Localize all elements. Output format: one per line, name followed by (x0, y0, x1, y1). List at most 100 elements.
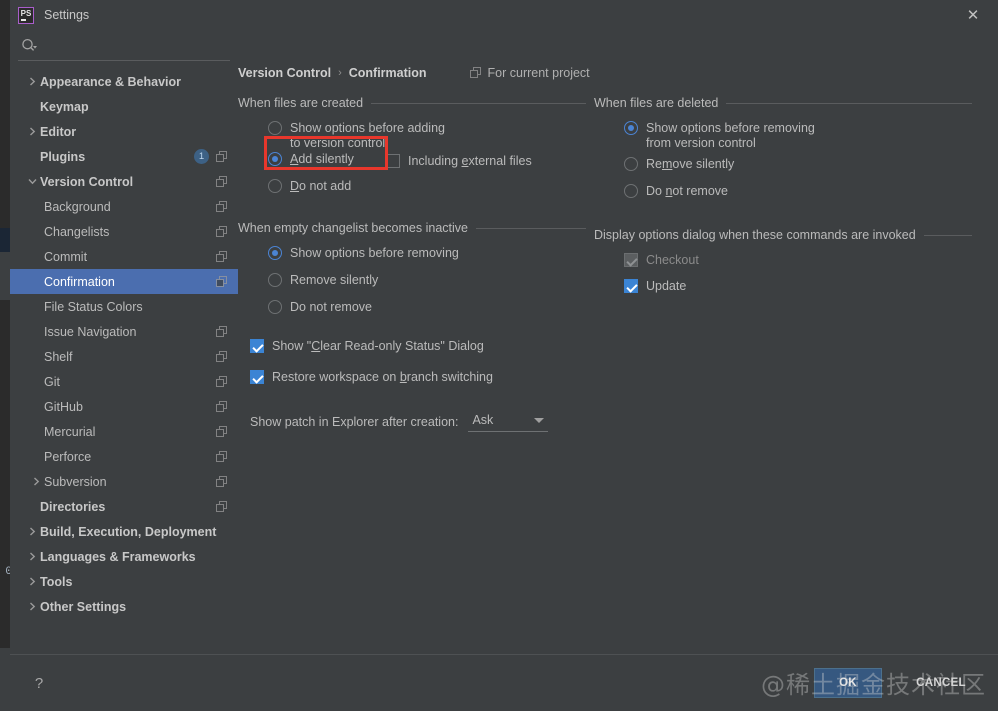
radio-changelist-remove-silently[interactable]: Remove silently (238, 272, 586, 299)
settings-sidebar: Appearance & Behavior Keymap Editor Plugins… (10, 30, 238, 654)
checkbox-update[interactable]: Update (594, 278, 972, 304)
sidebar-item-editor[interactable]: Editor (10, 119, 238, 144)
radio-deleted-show-options[interactable]: Show options before removing from versio… (594, 120, 972, 151)
chevron-down-icon[interactable] (24, 177, 40, 186)
chevron-down-icon (534, 417, 545, 423)
project-scope-icon (469, 67, 482, 79)
breadcrumb: Version Control › Confirmation For curre… (238, 66, 590, 80)
sidebar-item-label: Issue Navigation (44, 324, 137, 339)
sidebar-item-label: Commit (44, 249, 88, 264)
patch-combo-row: Show patch in Explorer after creation: A… (238, 411, 586, 432)
group-divider (923, 234, 972, 236)
project-scope-icon (216, 250, 228, 263)
chevron-right-icon[interactable] (24, 527, 40, 536)
patch-combo-label: Show patch in Explorer after creation: (250, 414, 459, 429)
footer-actions: OK CANCEL (814, 668, 978, 698)
checkbox-restore-workspace[interactable]: Restore workspace on branch switching (250, 369, 586, 395)
checkbox-label: Including external files (408, 154, 532, 168)
dialog-body: Appearance & Behavior Keymap Editor Plugins… (10, 30, 998, 654)
checkbox-indicator (250, 339, 264, 353)
project-scope-icon (216, 225, 228, 238)
search-input[interactable] (42, 38, 228, 54)
sidebar-item-keymap[interactable]: Keymap (10, 94, 238, 119)
radio-indicator (268, 121, 282, 135)
sidebar-item-adornments (216, 200, 228, 213)
radio-deleted-remove-silently[interactable]: Remove silently (594, 156, 972, 183)
sidebar-item-build-execution-deployment[interactable]: Build, Execution, Deployment (10, 519, 238, 544)
chevron-right-icon[interactable] (24, 77, 40, 86)
project-scope-icon (216, 200, 228, 213)
sidebar-item-subversion[interactable]: Subversion (10, 469, 238, 494)
sidebar-item-label: Keymap (40, 99, 89, 114)
checkbox-including-external-files[interactable]: Including external files (386, 151, 532, 177)
chevron-right-icon[interactable] (28, 477, 44, 486)
radio-add-silently[interactable]: Add silently (238, 151, 386, 178)
radio-do-not-add[interactable]: Do not add (238, 178, 586, 205)
dialog-footer: ? OK CANCEL (10, 654, 998, 711)
sidebar-item-label: Other Settings (40, 599, 127, 614)
sidebar-item-label: Plugins (40, 149, 86, 164)
project-scope-label[interactable]: For current project (469, 66, 590, 80)
group-empty-changelist: When empty changelist becomes inactive S… (238, 221, 586, 326)
sidebar-item-commit[interactable]: Commit (10, 244, 238, 269)
sidebar-item-github[interactable]: GitHub (10, 394, 238, 419)
search-field[interactable] (18, 34, 230, 61)
checkbox-show-clear-readonly-dialog[interactable]: Show "Clear Read-only Status" Dialog (250, 338, 586, 364)
sidebar-item-version-control[interactable]: Version Control (10, 169, 238, 194)
sidebar-item-issue-navigation[interactable]: Issue Navigation (10, 319, 238, 344)
chevron-right-icon[interactable] (24, 127, 40, 136)
sidebar-item-appearance-behavior[interactable]: Appearance & Behavior (10, 69, 238, 94)
ok-button[interactable]: OK (814, 668, 882, 698)
sidebar-item-perforce[interactable]: Perforce (10, 444, 238, 469)
radio-show-options-before-adding[interactable]: Show options before adding to version co… (238, 120, 586, 151)
project-scope-icon (216, 175, 228, 188)
sidebar-item-file-status-colors[interactable]: File Status Colors (10, 294, 238, 319)
sidebar-item-git[interactable]: Git (10, 369, 238, 394)
sidebar-item-mercurial[interactable]: Mercurial (10, 419, 238, 444)
chevron-right-icon[interactable] (24, 602, 40, 611)
group-display-options-dialog: Display options dialog when these comman… (594, 228, 972, 304)
checkbox-indicator (624, 253, 638, 267)
sidebar-item-languages-frameworks[interactable]: Languages & Frameworks (10, 544, 238, 569)
group-divider (475, 227, 586, 229)
project-scope-icon (216, 150, 228, 163)
sidebar-item-adornments (216, 225, 228, 238)
chevron-right-icon[interactable] (24, 577, 40, 586)
radio-label: Remove silently (646, 157, 735, 171)
checkbox-indicator (624, 279, 638, 293)
sidebar-item-tools[interactable]: Tools (10, 569, 238, 594)
group-divider (726, 102, 972, 104)
radio-label: Remove silently (290, 273, 379, 287)
help-button[interactable]: ? (28, 672, 50, 694)
radio-indicator (268, 300, 282, 314)
project-scope-icon (216, 375, 228, 388)
sidebar-item-shelf[interactable]: Shelf (10, 344, 238, 369)
radio-deleted-do-not-remove[interactable]: Do not remove (594, 183, 972, 210)
chevron-right-icon[interactable] (24, 552, 40, 561)
sidebar-item-background[interactable]: Background (10, 194, 238, 219)
sidebar-item-adornments (216, 325, 228, 338)
sidebar-item-plugins[interactable]: Plugins 1 (10, 144, 238, 169)
radio-label: Add silently (290, 152, 354, 166)
sidebar-item-adornments (216, 450, 228, 463)
sidebar-item-adornments: 1 (194, 149, 228, 164)
settings-content-pane: Version Control › Confirmation For curre… (238, 30, 998, 654)
sidebar-item-label: Git (44, 374, 60, 389)
checkbox-label: Restore workspace on branch switching (272, 370, 493, 384)
breadcrumb-parent[interactable]: Version Control (238, 66, 331, 80)
patch-combo-select[interactable]: Ask (468, 411, 549, 432)
radio-label: Do not remove (290, 300, 372, 314)
sidebar-item-label: Shelf (44, 349, 73, 364)
close-icon[interactable]: ✕ (962, 4, 984, 26)
sidebar-item-adornments (216, 275, 228, 288)
cancel-button[interactable]: CANCEL (904, 668, 978, 698)
checkbox-indicator (250, 370, 264, 384)
sidebar-item-changelists[interactable]: Changelists (10, 219, 238, 244)
sidebar-item-other-settings[interactable]: Other Settings (10, 594, 238, 619)
radio-changelist-show-options[interactable]: Show options before removing (238, 245, 586, 272)
sidebar-item-adornments (216, 400, 228, 413)
radio-changelist-do-not-remove[interactable]: Do not remove (238, 299, 586, 326)
checkbox-checkout[interactable]: Checkout (594, 252, 972, 278)
sidebar-item-directories[interactable]: Directories (10, 494, 238, 519)
sidebar-item-confirmation[interactable]: Confirmation (10, 269, 238, 294)
